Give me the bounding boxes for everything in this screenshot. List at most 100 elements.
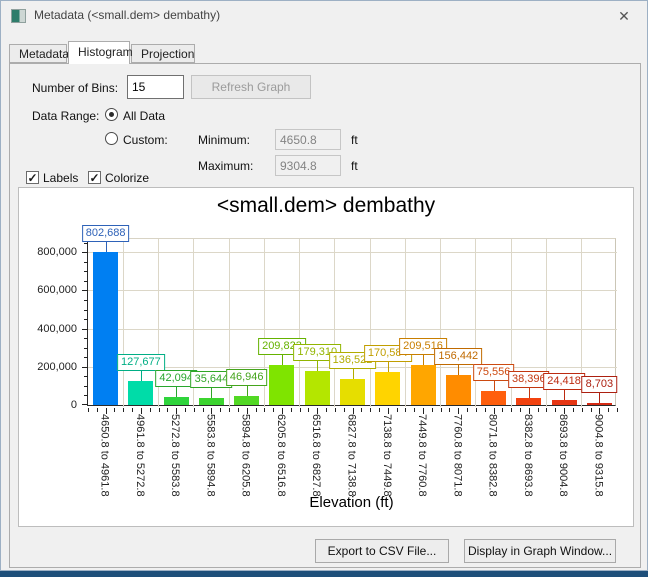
histogram-chart: <small.dem> dembathy 802,688127,67742,09… bbox=[18, 187, 634, 527]
title-bar[interactable]: Metadata (<small.dem> dembathy) ✕ bbox=[1, 1, 647, 31]
x-minor-tick bbox=[264, 408, 265, 412]
x-minor-tick bbox=[432, 408, 433, 412]
all-data-radio[interactable] bbox=[105, 108, 118, 121]
histogram-bar bbox=[587, 403, 612, 405]
x-minor-tick bbox=[467, 408, 468, 412]
bar-label-connector bbox=[247, 386, 248, 396]
bar-value-label: 24,418 bbox=[543, 373, 585, 390]
desktop-background: Metadata (<small.dem> dembathy) ✕ Metada… bbox=[0, 0, 648, 577]
x-minor-tick bbox=[291, 408, 292, 412]
bar-label-connector bbox=[353, 369, 354, 379]
bar-label-connector bbox=[106, 242, 107, 252]
histogram-bar bbox=[128, 381, 153, 405]
colorize-checkbox-label[interactable]: Colorize bbox=[105, 171, 149, 185]
x-minor-tick bbox=[97, 408, 98, 412]
x-gridline bbox=[405, 239, 406, 407]
x-minor-tick bbox=[132, 408, 133, 412]
colorize-checkbox[interactable]: ✓ bbox=[88, 171, 101, 184]
histogram-bar bbox=[446, 375, 471, 405]
x-bin-label: 9004.8 to 9315.8 bbox=[592, 414, 604, 496]
tab-histogram[interactable]: Histogram bbox=[68, 41, 130, 64]
bar-value-label: 8,703 bbox=[582, 376, 618, 393]
bar-label-connector bbox=[529, 388, 530, 398]
y-gridline bbox=[88, 252, 617, 253]
y-tick-label: 600,000 bbox=[19, 284, 77, 296]
x-minor-tick bbox=[194, 408, 195, 412]
export-csv-button[interactable]: Export to CSV File... bbox=[315, 539, 449, 563]
maximum-input[interactable] bbox=[275, 155, 341, 176]
y-gridline bbox=[88, 290, 617, 291]
histogram-bar bbox=[552, 400, 577, 405]
minimum-input[interactable] bbox=[275, 129, 341, 150]
x-minor-tick bbox=[300, 408, 301, 412]
y-tick-label: 200,000 bbox=[19, 361, 77, 373]
display-graph-window-button[interactable]: Display in Graph Window... bbox=[464, 539, 616, 563]
x-minor-tick bbox=[617, 408, 618, 412]
x-minor-tick bbox=[123, 408, 124, 412]
histogram-bar bbox=[481, 391, 506, 405]
y-minor-tick bbox=[84, 395, 88, 396]
x-bin-label: 8693.8 to 9004.8 bbox=[557, 414, 569, 496]
bar-label-connector bbox=[211, 388, 212, 398]
y-tick-label: 800,000 bbox=[19, 246, 77, 258]
close-icon[interactable]: ✕ bbox=[615, 7, 633, 25]
x-gridline bbox=[475, 239, 476, 407]
x-minor-tick bbox=[114, 408, 115, 412]
app-icon bbox=[11, 9, 26, 23]
x-gridline bbox=[334, 239, 335, 407]
bar-label-connector bbox=[388, 362, 389, 372]
x-bin-label: 5583.8 to 5894.8 bbox=[204, 414, 216, 496]
chart-title: <small.dem> dembathy bbox=[19, 194, 633, 218]
y-minor-tick bbox=[84, 319, 88, 320]
histogram-bar bbox=[199, 398, 224, 405]
x-minor-tick bbox=[546, 408, 547, 412]
x-minor-tick bbox=[449, 408, 450, 412]
x-minor-tick bbox=[344, 408, 345, 412]
x-minor-tick bbox=[502, 408, 503, 412]
custom-radio[interactable] bbox=[105, 132, 118, 145]
x-minor-tick bbox=[591, 408, 592, 412]
radio-dot bbox=[109, 112, 114, 117]
x-minor-tick bbox=[538, 408, 539, 412]
x-minor-tick bbox=[88, 408, 89, 412]
x-minor-tick bbox=[150, 408, 151, 412]
maximum-unit: ft bbox=[351, 159, 358, 173]
plot-area: 802,688127,67742,09435,64446,946209,8231… bbox=[87, 238, 616, 406]
histogram-bar bbox=[340, 379, 365, 405]
bins-input[interactable] bbox=[127, 75, 184, 99]
y-minor-tick bbox=[84, 386, 88, 387]
metadata-dialog: Metadata (<small.dem> dembathy) ✕ Metada… bbox=[0, 0, 648, 571]
histogram-bar bbox=[516, 398, 541, 405]
x-minor-tick bbox=[229, 408, 230, 412]
y-minor-tick bbox=[84, 243, 88, 244]
y-minor-tick bbox=[84, 281, 88, 282]
bar-value-label: 802,688 bbox=[82, 225, 130, 242]
y-tick-label: 400,000 bbox=[19, 323, 77, 335]
tab-metadata[interactable]: Metadata bbox=[9, 44, 67, 63]
tab-projection[interactable]: Projection bbox=[131, 44, 195, 63]
maximum-label: Maximum: bbox=[198, 159, 253, 173]
minimum-label: Minimum: bbox=[198, 133, 250, 147]
x-minor-tick bbox=[485, 408, 486, 412]
refresh-graph-button[interactable]: Refresh Graph bbox=[191, 75, 311, 99]
y-minor-tick bbox=[84, 348, 88, 349]
y-major-tick bbox=[82, 252, 88, 253]
bar-value-label: 156,442 bbox=[434, 348, 482, 365]
labels-checkbox[interactable]: ✓ bbox=[26, 171, 39, 184]
x-gridline bbox=[440, 239, 441, 407]
labels-checkbox-label[interactable]: Labels bbox=[43, 171, 78, 185]
x-minor-tick bbox=[185, 408, 186, 412]
x-bin-label: 4650.8 to 4961.8 bbox=[99, 414, 111, 496]
histogram-bar bbox=[234, 396, 259, 405]
y-gridline bbox=[88, 329, 617, 330]
custom-label[interactable]: Custom: bbox=[123, 133, 168, 147]
x-minor-tick bbox=[379, 408, 380, 412]
x-minor-tick bbox=[203, 408, 204, 412]
all-data-label[interactable]: All Data bbox=[123, 109, 165, 123]
x-minor-tick bbox=[220, 408, 221, 412]
x-minor-tick bbox=[167, 408, 168, 412]
y-major-tick bbox=[82, 329, 88, 330]
bar-label-connector bbox=[176, 387, 177, 397]
x-minor-tick bbox=[555, 408, 556, 412]
y-minor-tick bbox=[84, 262, 88, 263]
